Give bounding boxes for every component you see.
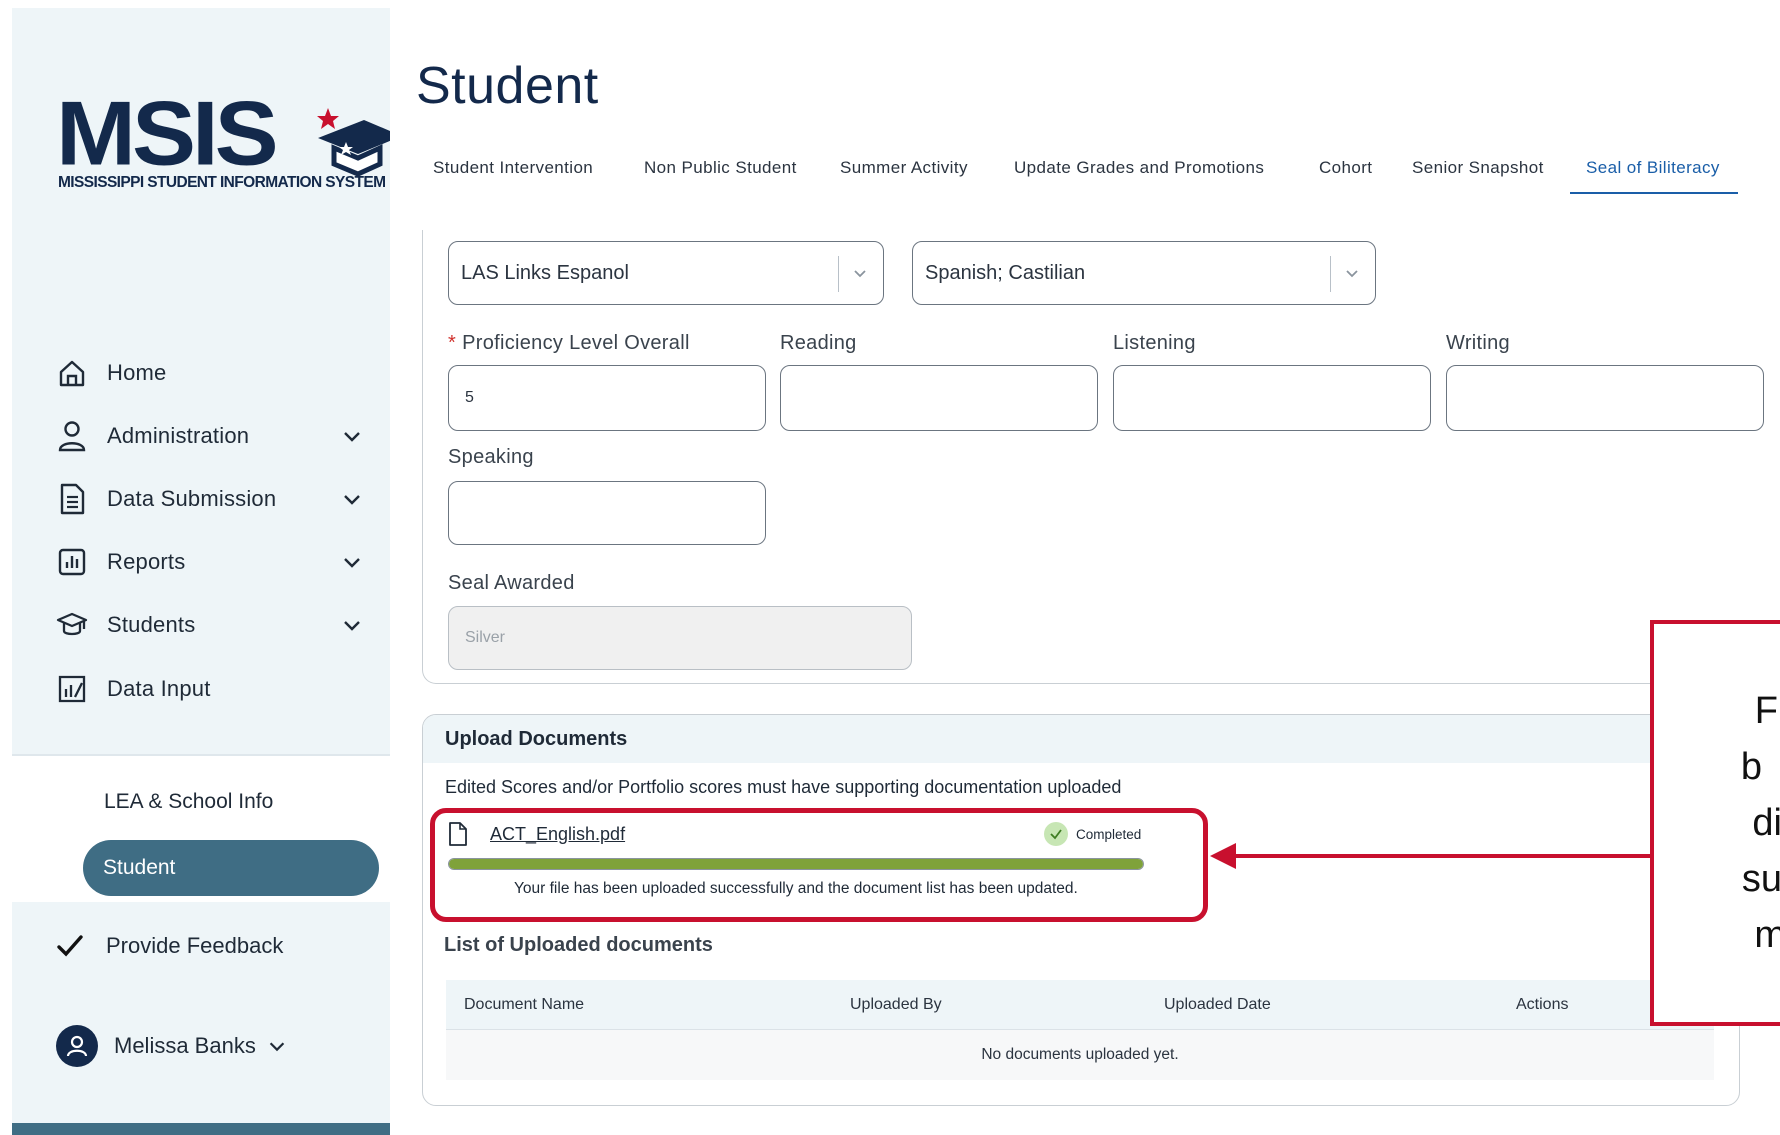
callout-line: m <box>1754 914 1780 956</box>
sidebar-footer-bar <box>12 1123 390 1135</box>
page-title: Student <box>416 57 599 115</box>
logo-subtitle: MISSISSIPPI STUDENT INFORMATION SYSTEM <box>58 174 386 191</box>
chevron-down-icon[interactable] <box>340 424 364 448</box>
bar-chart-icon <box>56 546 88 578</box>
sidebar-subitem-lea-school-info[interactable]: LEA & School Info <box>104 790 273 814</box>
seal-awarded-label: Seal Awarded <box>448 572 575 594</box>
seal-awarded-input: Silver <box>448 606 912 670</box>
sidebar: MSIS MISSISSIPPI STUDENT INFORMATION SYS… <box>12 8 390 1135</box>
chevron-down-icon <box>1346 270 1358 278</box>
checkmark-icon <box>57 935 83 957</box>
writing-input[interactable] <box>1446 365 1764 431</box>
required-mark: * <box>448 332 457 354</box>
speaking-label: Speaking <box>448 446 534 468</box>
callout-line: b <box>1740 746 1762 788</box>
language-select[interactable]: Spanish; Castilian <box>912 241 1376 305</box>
tab-cohort[interactable]: Cohort <box>1319 150 1372 194</box>
document-icon <box>56 483 88 515</box>
table-header: Document Name Uploaded By Uploaded Date … <box>446 980 1714 1030</box>
chevron-down-icon[interactable] <box>340 613 364 637</box>
listening-label: Listening <box>1113 332 1196 354</box>
proficiency-label: * Proficiency Level Overall <box>448 332 690 354</box>
table-row: No documents uploaded yet. <box>446 1030 1714 1080</box>
graduation-cap-logo-icon <box>317 108 390 177</box>
language-select-value: Spanish; Castilian <box>925 261 1086 284</box>
callout-line: di <box>1752 802 1780 844</box>
tab-non-public-student[interactable]: Non Public Student <box>644 150 797 194</box>
chevron-down-icon <box>854 270 866 278</box>
annotation-arrow-line <box>1232 854 1652 858</box>
assessment-select-value: LAS Links Espanol <box>461 261 629 284</box>
user-name: Melissa Banks <box>114 1033 256 1058</box>
graduation-cap-icon <box>56 609 88 641</box>
callout-line: su <box>1741 858 1780 900</box>
sidebar-item-label: Students <box>107 612 196 637</box>
column-document-name[interactable]: Document Name <box>464 996 584 1014</box>
tab-seal-of-biliteracy[interactable]: Seal of Biliteracy <box>1570 150 1738 194</box>
sidebar-item-label: Administration <box>107 423 250 448</box>
sidebar-item-administration[interactable]: Administration <box>12 411 390 461</box>
tab-summer-activity[interactable]: Summer Activity <box>840 150 968 194</box>
sidebar-subitem-student[interactable]: Student <box>83 840 379 896</box>
sidebar-item-reports[interactable]: Reports <box>12 537 390 587</box>
column-uploaded-by[interactable]: Uploaded By <box>850 996 942 1014</box>
logo-text: MSIS <box>56 82 279 185</box>
annotation-highlight-box <box>430 808 1208 922</box>
empty-table-message: No documents uploaded yet. <box>981 1046 1179 1063</box>
user-icon <box>66 1035 88 1057</box>
writing-label: Writing <box>1446 332 1510 354</box>
listening-input[interactable] <box>1113 365 1431 431</box>
avatar <box>56 1025 98 1067</box>
proficiency-input[interactable]: 5 <box>448 365 766 431</box>
sidebar-item-home[interactable]: Home <box>12 348 390 398</box>
sidebar-item-students[interactable]: Students <box>12 600 390 650</box>
tab-student-intervention[interactable]: Student Intervention <box>433 150 593 194</box>
msis-logo[interactable]: MSIS MISSISSIPPI STUDENT INFORMATION SYS… <box>56 82 390 196</box>
sidebar-item-label: Reports <box>107 549 186 574</box>
person-icon <box>56 420 88 452</box>
uploaded-documents-title: List of Uploaded documents <box>444 934 713 956</box>
chevron-down-icon[interactable] <box>266 1035 288 1057</box>
speaking-input[interactable] <box>448 481 766 545</box>
column-actions: Actions <box>1516 996 1569 1013</box>
column-uploaded-date[interactable]: Uploaded Date <box>1164 996 1271 1014</box>
reading-input[interactable] <box>780 365 1098 431</box>
annotation-arrow-head <box>1210 843 1236 869</box>
user-menu[interactable]: Melissa Banks <box>56 1022 288 1070</box>
data-input-subnav: LEA & School Info Student <box>12 754 390 902</box>
chevron-down-icon[interactable] <box>340 487 364 511</box>
sidebar-item-label: Data Input <box>107 676 211 701</box>
chevron-down-icon[interactable] <box>340 550 364 574</box>
sidebar-item-data-input[interactable]: Data Input <box>12 664 390 714</box>
provide-feedback-link[interactable]: Provide Feedback <box>56 926 283 966</box>
provide-feedback-label: Provide Feedback <box>106 933 284 958</box>
sidebar-item-data-submission[interactable]: Data Submission <box>12 474 390 524</box>
tab-update-grades-promotions[interactable]: Update Grades and Promotions <box>1014 150 1264 194</box>
annotation-callout: F b di su m <box>1650 620 1780 1026</box>
upload-note: Edited Scores and/or Portfolio scores mu… <box>445 777 1122 797</box>
data-input-icon <box>56 673 88 705</box>
sidebar-item-label: Data Submission <box>107 486 277 511</box>
upload-documents-header: Upload Documents <box>423 715 1739 763</box>
sidebar-item-label: Home <box>107 360 167 385</box>
tab-senior-snapshot[interactable]: Senior Snapshot <box>1412 150 1544 194</box>
assessment-select[interactable]: LAS Links Espanol <box>448 241 884 305</box>
reading-label: Reading <box>780 332 857 354</box>
callout-line: F <box>1754 690 1778 732</box>
home-icon <box>56 357 88 389</box>
